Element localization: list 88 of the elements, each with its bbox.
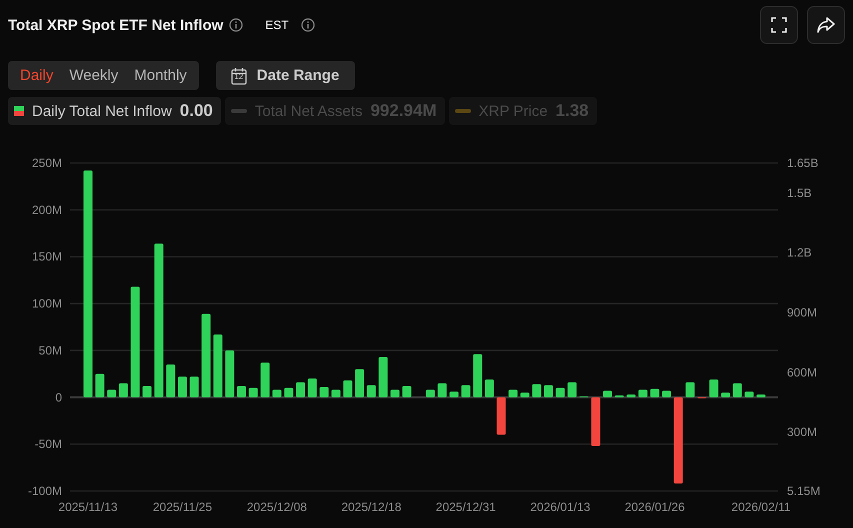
inflow-bar xyxy=(248,388,258,398)
inflow-bar xyxy=(686,382,695,398)
inflow-bar xyxy=(450,392,459,398)
x-axis-label: 2025/12/31 xyxy=(436,500,496,514)
inflow-bar xyxy=(650,388,660,398)
legend-item[interactable]: Daily Total Net Inflow 0.00 xyxy=(8,97,221,125)
inflow-bar xyxy=(603,390,612,398)
fullscreen-icon xyxy=(771,17,787,33)
bar-swatch-icon xyxy=(14,106,24,116)
inflow-bar xyxy=(308,378,317,398)
inflow-bar xyxy=(744,392,754,398)
inflow-bar xyxy=(568,382,577,398)
y-axis-label: 250M xyxy=(32,156,62,170)
y-axis-label: 150M xyxy=(32,250,62,264)
outflow-bar xyxy=(591,397,600,446)
inflow-bar xyxy=(508,390,518,398)
inflow-bar xyxy=(614,395,624,398)
x-axis-label: 2026/02/11 xyxy=(731,500,791,514)
right-axis-label: 600M xyxy=(787,365,818,380)
legend-value: 0.00 xyxy=(180,101,213,121)
inflow-bar xyxy=(225,350,234,398)
y-axis-label: -50M xyxy=(34,437,62,452)
inflow-bar xyxy=(721,392,730,398)
inflow-bar xyxy=(426,390,435,398)
inflow-bar xyxy=(213,334,222,398)
inflow-bar xyxy=(662,390,672,398)
x-axis-label: 2025/12/08 xyxy=(246,500,307,514)
inflow-bar xyxy=(107,390,116,398)
inflow-bar xyxy=(709,379,718,398)
right-axis-label: 1.2B xyxy=(787,246,812,260)
inflow-bar xyxy=(732,383,742,398)
inflow-bar xyxy=(638,390,648,398)
fullscreen-button[interactable] xyxy=(760,6,798,44)
inflow-bar xyxy=(331,390,340,398)
inflow-bar xyxy=(461,385,470,398)
y-axis-label: 100M xyxy=(32,296,62,311)
inflow-bar xyxy=(320,386,329,398)
period-tab[interactable]: Monthly xyxy=(130,61,191,90)
info-icon[interactable] xyxy=(229,18,244,32)
x-axis-label: 2025/11/25 xyxy=(152,500,212,514)
inflow-bar xyxy=(438,383,447,398)
timezone-label: EST xyxy=(265,18,289,32)
period-tab[interactable]: Daily xyxy=(16,61,58,90)
x-axis-label: 2025/12/18 xyxy=(341,500,402,514)
inflow-bar xyxy=(237,386,246,398)
inflow-bar xyxy=(118,383,128,398)
inflow-bar xyxy=(484,379,494,398)
inflow-bar xyxy=(626,394,636,398)
inflow-bar xyxy=(142,386,152,398)
inflow-bar xyxy=(532,384,542,398)
inflow-bar xyxy=(178,376,187,398)
right-axis-label: 900M xyxy=(787,306,818,320)
inflow-bar xyxy=(355,369,364,398)
inflow-bar xyxy=(756,394,766,398)
y-axis-label: -100M xyxy=(28,484,62,498)
y-axis-label: 50M xyxy=(38,343,62,358)
x-axis-label: 2026/01/26 xyxy=(624,500,685,514)
inflow-bar xyxy=(343,380,352,398)
y-axis-label: 0 xyxy=(55,390,62,404)
legend-label: Daily Total Net Inflow xyxy=(32,102,172,120)
inflow-bar xyxy=(390,390,400,398)
inflow-bar xyxy=(272,390,282,398)
y-axis-label: 200M xyxy=(32,202,62,217)
inflow-bar xyxy=(366,385,376,398)
info-icon[interactable] xyxy=(300,18,315,32)
right-axis-label: 300M xyxy=(787,425,818,440)
inflow-bar xyxy=(556,388,565,398)
inflow-bar xyxy=(296,382,306,398)
inflow-bar xyxy=(473,354,482,398)
inflow-bar xyxy=(402,386,412,398)
inflow-bar xyxy=(544,385,553,398)
inflow-bar xyxy=(260,362,270,398)
right-axis-label: 5.15M xyxy=(787,484,820,498)
inflow-bar xyxy=(190,376,199,398)
chart-title: Total XRP Spot ETF Net Inflow xyxy=(8,16,224,34)
right-axis-label: 1.65B xyxy=(787,156,818,170)
share-button[interactable] xyxy=(807,6,845,44)
inflow-bar xyxy=(95,374,104,398)
x-axis-label: 2025/11/13 xyxy=(58,500,118,514)
inflow-bar xyxy=(166,364,176,398)
share-icon xyxy=(817,17,835,33)
outflow-bar xyxy=(496,397,506,435)
inflow-bar xyxy=(378,357,388,398)
right-axis-label: 1.5B xyxy=(787,186,812,200)
inflow-bar xyxy=(284,388,294,398)
period-tab[interactable]: Weekly xyxy=(65,61,122,90)
inflow-bar xyxy=(520,392,530,398)
x-axis-label: 2026/01/13 xyxy=(530,500,590,514)
